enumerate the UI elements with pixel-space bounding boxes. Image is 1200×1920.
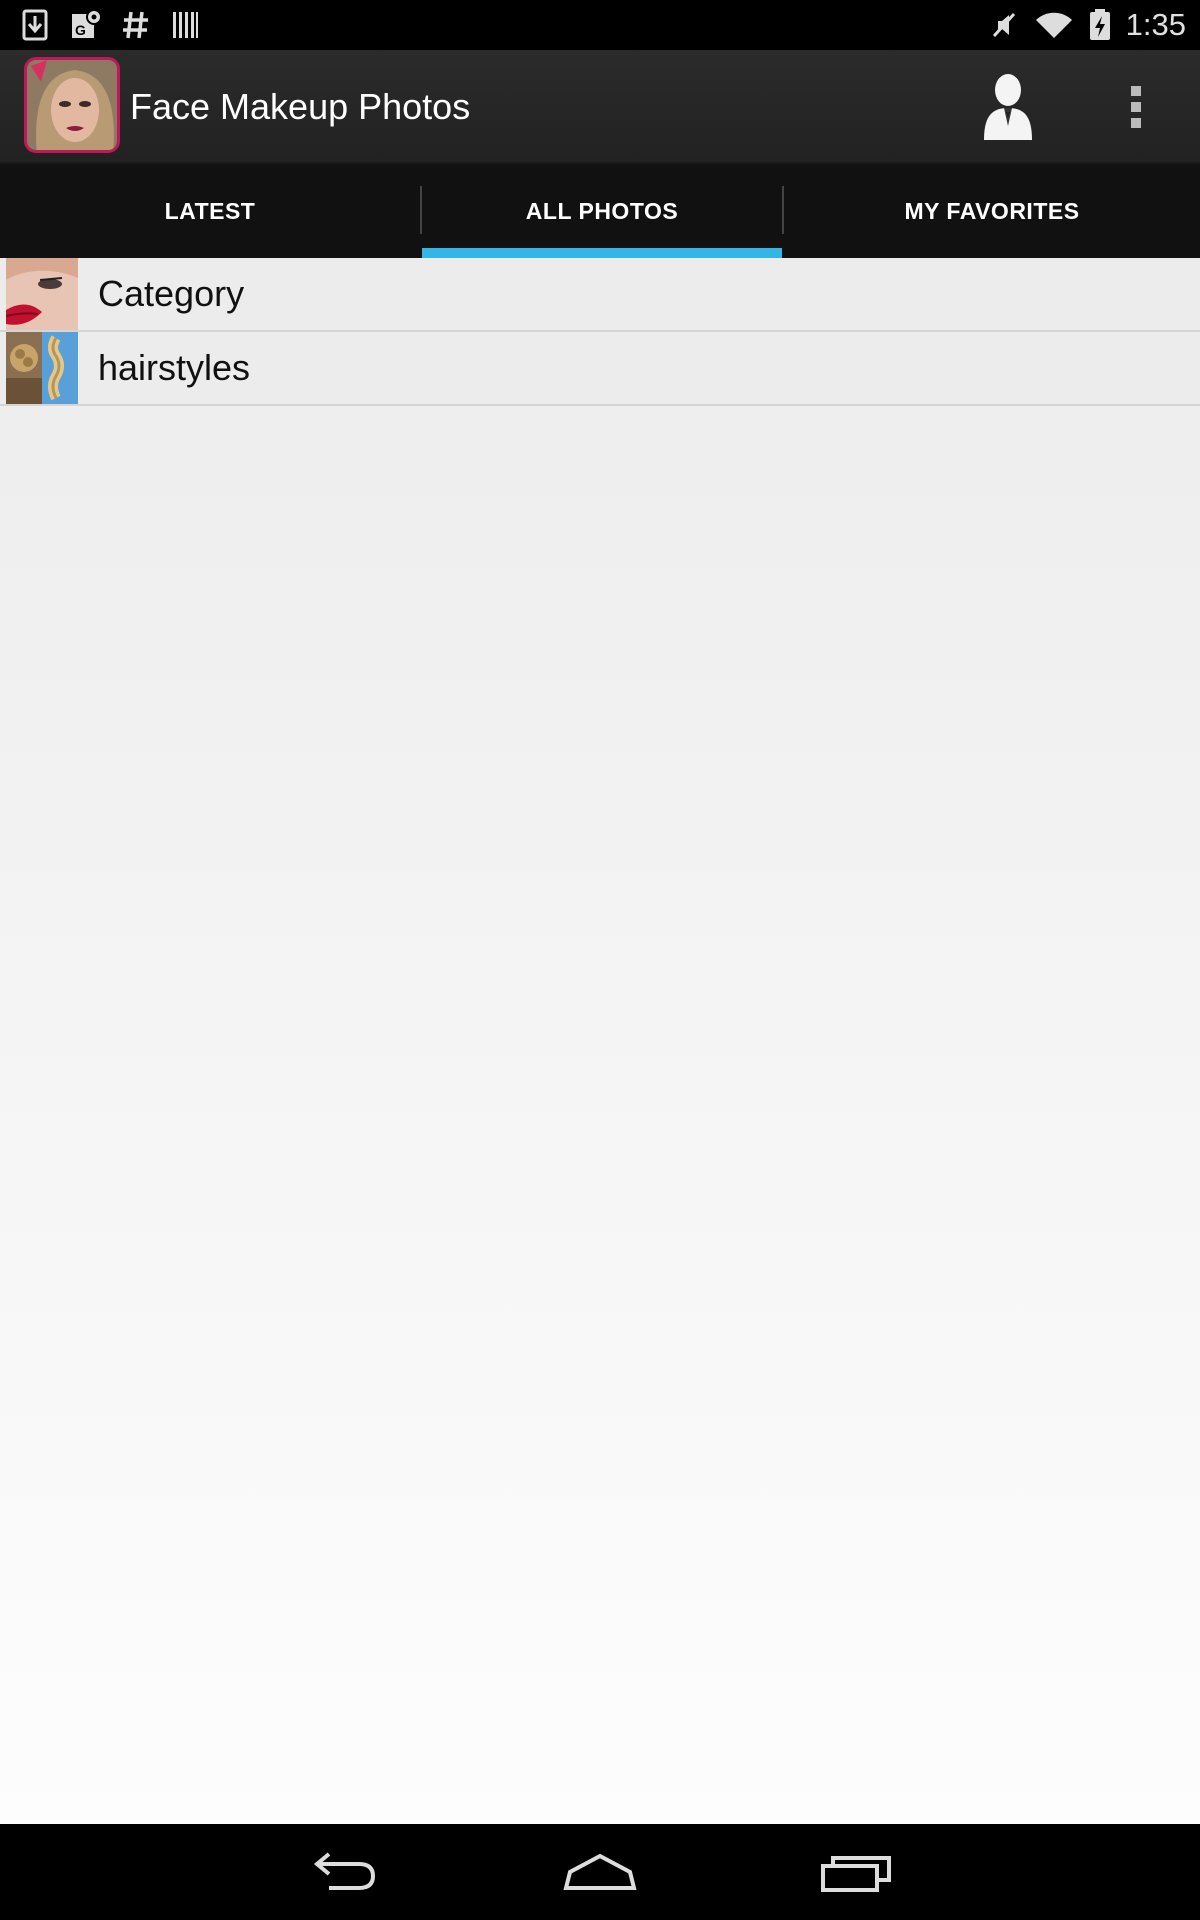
tab-latest[interactable]: LATEST	[0, 164, 420, 258]
tab-label: LATEST	[164, 197, 256, 224]
braids-hairstyle-thumbnail	[6, 332, 78, 404]
hashtag-icon	[123, 11, 148, 39]
recents-button[interactable]	[817, 1842, 897, 1902]
wifi-icon	[1035, 12, 1072, 39]
home-button[interactable]	[560, 1842, 640, 1902]
barcode-icon	[173, 12, 198, 38]
mute-icon	[992, 12, 1015, 38]
tab-all-photos[interactable]: ALL PHOTOS	[422, 164, 782, 258]
selected-tab-indicator	[422, 248, 782, 258]
list-item-category[interactable]: Category	[0, 258, 1200, 332]
clock: 1:35	[1125, 7, 1186, 42]
battery-charging-icon	[1089, 9, 1110, 40]
home-icon	[563, 1853, 637, 1890]
list-item-hairstyles[interactable]: hairstyles	[0, 332, 1200, 406]
list-item-label: Category	[98, 273, 245, 314]
account-button[interactable]	[970, 68, 1046, 144]
download-icon	[22, 9, 48, 41]
face-portrait-icon	[27, 60, 117, 150]
app-title: Face Makeup Photos	[130, 86, 471, 127]
action-bar: Face Makeup Photos	[0, 50, 1200, 164]
status-bar: G 1:35	[0, 0, 1200, 50]
navigation-bar	[0, 1824, 1200, 1920]
tab-my-favorites[interactable]: MY FAVORITES	[784, 164, 1200, 258]
system-icons: 1:35	[988, 0, 1186, 50]
back-icon	[313, 1852, 376, 1890]
svg-text:G: G	[75, 22, 86, 38]
maps-icon: G	[72, 9, 102, 38]
lips-makeup-thumbnail	[6, 258, 78, 330]
app-logo[interactable]	[24, 57, 120, 153]
person-icon	[984, 74, 1032, 140]
notification-icons: G	[20, 8, 202, 42]
tab-label: MY FAVORITES	[904, 197, 1080, 224]
tab-label: ALL PHOTOS	[525, 197, 679, 224]
category-list: Category hairstyles	[0, 258, 1200, 1824]
overflow-menu-button[interactable]	[1116, 72, 1156, 142]
back-button[interactable]	[303, 1842, 383, 1902]
tab-bar: LATEST ALL PHOTOS MY FAVORITES	[0, 164, 1200, 258]
overflow-menu-icon	[1131, 86, 1141, 128]
recents-icon	[821, 1856, 891, 1892]
list-item-label: hairstyles	[98, 347, 251, 388]
